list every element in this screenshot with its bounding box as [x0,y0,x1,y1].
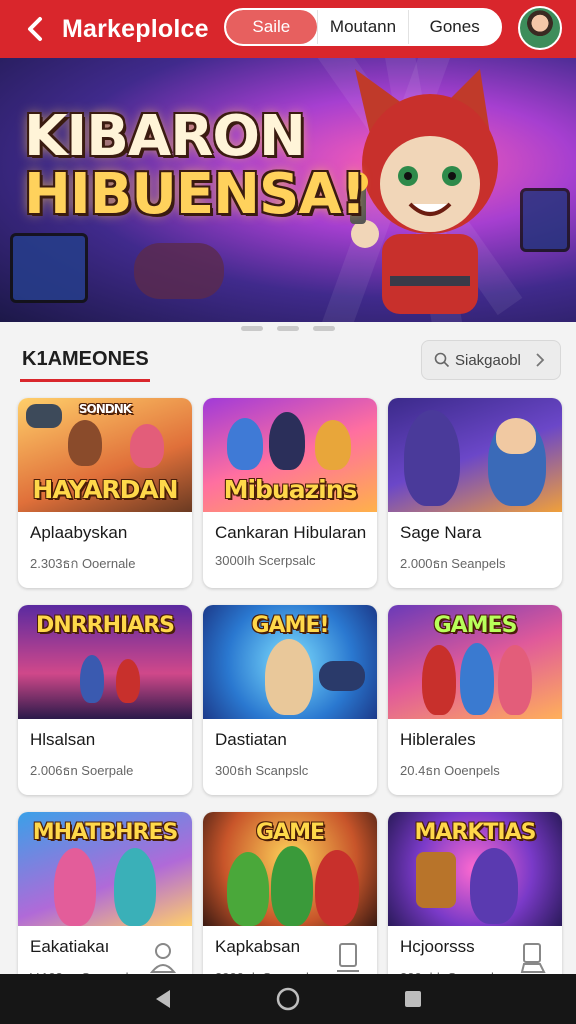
game-thumbnail: DNRRHIARS [18,605,192,719]
game-thumbnail: MHATBHRES [18,812,192,926]
hero-title-line2: HIBUENSA! [24,162,366,227]
tab-moutann[interactable]: Moutann [316,10,409,44]
triangle-back-icon [155,990,170,1008]
thumb-title: Mibuazins [223,475,358,504]
thumb-subtitle: SONDNK [78,402,132,416]
character-figure [130,424,164,468]
user-icon[interactable] [150,942,176,974]
game-name: Sage Nara [400,523,482,542]
thumb-title: GAME! [251,613,329,638]
search-button[interactable]: Siakgaobl [421,340,561,380]
tab-saile[interactable]: Saile [226,10,317,44]
thumb-title: GAMES [433,613,518,638]
circle-home-icon [276,987,300,1011]
section-underline [20,379,150,382]
game-card[interactable]: Mibuazins Cankaran Hibularan 3000Ih Scer… [203,398,377,588]
search-icon [434,352,450,368]
user-avatar[interactable] [518,6,562,50]
nav-recents-button[interactable] [393,979,433,1019]
game-card[interactable]: Sage Nara 2.000ธn Seanpels [388,398,562,588]
game-meta: 20.4ธn Ooenpels [400,763,500,778]
game-name: Cankaran Hibularan [215,523,367,542]
device-icon[interactable] [520,942,546,974]
creature-figure [404,410,460,506]
thumb-title: MHATBHRES [32,820,179,845]
game-name: Hcjoorsss [400,937,475,956]
section-title: K1AMEONES [22,348,149,370]
back-button[interactable] [14,0,58,58]
character-figure [227,418,263,470]
character-figure [315,420,351,470]
game-name: Aplaabyskan [30,523,128,542]
character-figure [54,848,96,926]
thumb-title: HAYARDAN [32,475,178,504]
game-meta: 2.000ธn Seanpels [400,556,506,571]
game-thumbnail: GAMES [388,605,562,719]
character-figure [315,850,359,926]
hero-title: KIBARON HIBUENSA! [24,104,366,227]
chevron-right-icon [536,353,545,367]
carousel-dot[interactable] [313,326,335,331]
nav-back-button[interactable] [143,979,183,1019]
game-thumbnail: MARKTIAS [388,812,562,926]
character-figure [460,643,494,715]
game-name: Dastiatan [215,730,287,749]
game-name: Kapkabsan [215,937,301,956]
search-label: Siakgaobl [455,351,521,369]
game-card[interactable]: GAMES Hiblerales 20.4ธn Ooenpels [388,605,562,795]
game-grid: SONDNK HAYARDAN Aplaabyskan 2.303ธก Ooer… [18,398,562,1002]
game-meta: 3000Ih Scerpsalc [215,553,316,568]
character-figure [422,645,456,715]
game-card[interactable]: DNRRHIARS Hlsalsan 2.006ธn Soerpale [18,605,192,795]
character-figure [269,412,305,470]
creature-figure [227,852,269,926]
thumb-title: MARKTIAS [414,820,537,845]
thumb-title: GAME [255,820,325,845]
game-name: Hlsalsan [30,730,96,749]
back-arrow-icon [28,17,42,41]
game-name: Hiblerales [400,730,476,749]
game-thumbnail: Mibuazins [203,398,377,512]
game-card[interactable]: GAME! Dastiatan 300ธh Scanpslc [203,605,377,795]
creature-figure [470,848,518,924]
category-segmented-control: Saile Moutann Gones [224,8,502,46]
game-name: Eakatiakaı [30,937,110,956]
thumb-title: DNRRHIARS [36,613,175,638]
gamepad-illustration [319,661,365,691]
game-thumbnail: GAME [203,812,377,926]
gamepad-illustration [134,243,224,299]
carousel-dot[interactable] [277,326,299,331]
game-card[interactable]: SONDNK HAYARDAN Aplaabyskan 2.303ธก Ooer… [18,398,192,588]
app-title: Markeplolce [62,14,209,43]
character-figure [498,645,532,715]
game-meta: 300ธh Scanpslc [215,763,309,778]
character-figure [114,848,156,926]
character-figure [80,655,104,703]
character-figure [265,639,313,715]
nav-home-button[interactable] [268,979,308,1019]
creature-figure [271,846,313,926]
hero-title-line1: KIBARON [24,104,306,169]
system-navigation-bar [0,974,576,1024]
tablet-illustration [10,233,88,303]
app-header: Markeplolce Saile Moutann Gones [0,0,576,58]
device-icon[interactable] [337,942,361,974]
game-meta: 2.006ธn Soerpale [30,763,134,778]
game-thumbnail [388,398,562,512]
carousel-indicator [0,326,576,331]
game-thumbnail: GAME! [203,605,377,719]
carousel-dot[interactable] [241,326,263,331]
game-meta: 2.303ธก Ooernale [30,556,136,571]
tab-gones[interactable]: Gones [408,10,500,44]
character-figure [116,659,140,703]
hero-banner[interactable]: KIBARON HIBUENSA! [0,58,576,322]
square-recents-icon [405,991,422,1007]
character-figure [68,420,102,466]
game-thumbnail: SONDNK HAYARDAN [18,398,192,512]
character-face [496,418,536,454]
treasure-chest [416,852,456,908]
